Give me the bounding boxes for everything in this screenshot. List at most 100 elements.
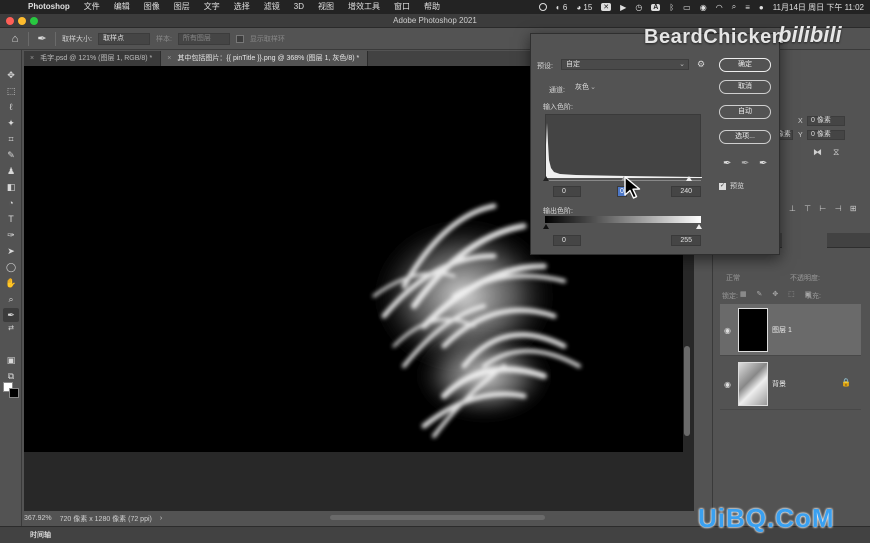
preview-option[interactable]: ✓ 预览 bbox=[719, 181, 744, 191]
sidecar-icon[interactable]: ✕ bbox=[601, 3, 612, 11]
layer-name[interactable]: 图层 1 bbox=[772, 325, 792, 335]
ok-button[interactable]: 确定 bbox=[719, 58, 771, 72]
play-icon[interactable]: ▶ bbox=[620, 3, 626, 12]
zoom-tool-icon[interactable]: ⌕ bbox=[3, 292, 19, 306]
airplay-icon[interactable]: ◉ bbox=[700, 3, 707, 12]
menu-type[interactable]: 文字 bbox=[197, 0, 227, 14]
status-badge-a[interactable]: ◐ 6 bbox=[556, 3, 568, 12]
input-black-field[interactable]: 0 bbox=[553, 186, 581, 197]
type-tool-icon[interactable]: T bbox=[3, 212, 19, 226]
flip-horizontal-icon[interactable]: ⧓ bbox=[813, 147, 822, 158]
menu-window[interactable]: 窗口 bbox=[387, 0, 417, 14]
bluetooth-icon[interactable]: ᛒ bbox=[669, 3, 674, 12]
visibility-eye-icon[interactable]: ◉ bbox=[724, 326, 731, 335]
close-tab-icon[interactable]: × bbox=[30, 55, 34, 62]
crop-tool-icon[interactable]: ⌗ bbox=[3, 132, 19, 146]
output-black-field[interactable]: 0 bbox=[553, 235, 581, 246]
prop-y-input[interactable]: 0 像素 bbox=[807, 130, 845, 140]
document-info[interactable]: 720 像素 x 1280 像素 (72 ppi) bbox=[60, 514, 152, 524]
layer-row[interactable]: ◉ 背景 🔒 bbox=[720, 358, 861, 410]
status-badge-b[interactable]: ◕ 15 bbox=[576, 3, 592, 12]
control-center-icon[interactable]: ≡ bbox=[745, 3, 750, 12]
canvas-horizontal-scrollbar[interactable] bbox=[330, 515, 545, 520]
magic-wand-tool-icon[interactable]: ✦ bbox=[3, 116, 19, 130]
canvas-vertical-scrollbar[interactable] bbox=[684, 346, 690, 436]
quick-mask-icon[interactable]: ▣ bbox=[3, 353, 19, 367]
search-icon[interactable]: ⌕ bbox=[732, 2, 736, 12]
timeline-label[interactable]: 时间轴 bbox=[30, 530, 51, 540]
menu-app-photoshop[interactable]: Photoshop bbox=[20, 0, 77, 14]
preset-gear-icon[interactable]: ⚙ bbox=[697, 59, 705, 70]
eyedropper-tool-icon[interactable]: ✒ bbox=[3, 308, 19, 322]
input-black-slider[interactable] bbox=[543, 176, 549, 181]
flip-vertical-icon[interactable]: ⧖ bbox=[833, 147, 839, 158]
menu-plugins[interactable]: 增效工具 bbox=[341, 0, 387, 14]
sample-select[interactable]: 所有图层 bbox=[177, 32, 230, 45]
menu-filter[interactable]: 滤镜 bbox=[257, 0, 287, 14]
black-point-eyedropper-icon[interactable]: ✒ bbox=[723, 158, 731, 169]
layer-name[interactable]: 背景 bbox=[772, 379, 786, 389]
brush-tool-icon[interactable]: ✎ bbox=[3, 148, 19, 162]
path-selection-tool-icon[interactable]: ➤ bbox=[3, 244, 19, 258]
output-white-slider[interactable] bbox=[696, 224, 702, 229]
layer-row[interactable]: ◉ 图层 1 bbox=[720, 304, 861, 356]
menu-image[interactable]: 图像 bbox=[137, 0, 167, 14]
cancel-button[interactable]: 取消 bbox=[719, 80, 771, 94]
move-tool-icon[interactable]: ✥ bbox=[3, 68, 19, 82]
sample-size-select[interactable]: 取样点 bbox=[97, 32, 150, 45]
show-sampling-ring-checkbox[interactable] bbox=[235, 34, 244, 43]
shape-tool-icon[interactable]: ◯ bbox=[3, 260, 19, 274]
prop-x-input[interactable]: 0 像素 bbox=[807, 116, 845, 126]
document-tab[interactable]: × 毛字.psd @ 121% (图层 1, RGB/8) * bbox=[24, 51, 162, 66]
menu-help[interactable]: 帮助 bbox=[417, 0, 447, 14]
menu-layer[interactable]: 图层 bbox=[167, 0, 197, 14]
prop-x-label: X bbox=[798, 118, 803, 125]
white-point-eyedropper-icon[interactable]: ✒ bbox=[759, 158, 767, 169]
input-white-field[interactable]: 240 bbox=[671, 186, 701, 197]
menu-3d[interactable]: 3D bbox=[287, 0, 311, 14]
background-color-swatch[interactable] bbox=[9, 388, 19, 398]
prop-y-label: Y bbox=[798, 132, 803, 139]
layers-tab[interactable] bbox=[782, 233, 827, 248]
zoom-level[interactable]: 367.92% bbox=[24, 515, 52, 522]
auto-button[interactable]: 自动 bbox=[719, 105, 771, 119]
pen-tool-icon[interactable]: ✑ bbox=[3, 228, 19, 242]
wifi-icon[interactable]: ◠ bbox=[716, 3, 723, 12]
lasso-tool-icon[interactable]: ℓ bbox=[3, 100, 19, 114]
marquee-tool-icon[interactable]: ⬚ bbox=[3, 84, 19, 98]
close-tab-icon[interactable]: × bbox=[167, 55, 171, 62]
eyedropper-tool-preset-icon[interactable]: ✒ bbox=[35, 32, 49, 46]
sample-label: 样本: bbox=[155, 35, 172, 43]
output-black-slider[interactable] bbox=[543, 224, 549, 229]
clock-icon[interactable]: ◷ bbox=[635, 3, 642, 12]
preview-checkbox[interactable]: ✓ bbox=[719, 182, 726, 190]
menu-view[interactable]: 视图 bbox=[311, 0, 341, 14]
battery-icon[interactable]: ▭ bbox=[683, 3, 691, 12]
eraser-tool-icon[interactable]: ◧ bbox=[3, 180, 19, 194]
menu-select[interactable]: 选择 bbox=[227, 0, 257, 14]
menu-bar-datetime[interactable]: 11月14日 周日 下午 11:02 bbox=[773, 2, 864, 13]
lock-icon: 🔒 bbox=[841, 378, 851, 387]
output-white-field[interactable]: 255 bbox=[671, 235, 701, 246]
options-button[interactable]: 选项... bbox=[719, 130, 771, 144]
input-method-icon[interactable]: A bbox=[651, 3, 661, 11]
screen-mode-icon[interactable]: ⧉ bbox=[3, 369, 19, 383]
align-icons[interactable]: ⊥ ⊤ ⊢ ⊣ ⊞ bbox=[789, 204, 859, 213]
blend-mode-select[interactable]: 正常 bbox=[726, 273, 740, 283]
swap-colors-icon[interactable]: ⇄ bbox=[3, 322, 19, 336]
home-icon[interactable]: ⌂ bbox=[8, 32, 22, 46]
menu-file[interactable]: 文件 bbox=[77, 0, 107, 14]
status-more-icon[interactable]: › bbox=[160, 515, 162, 522]
hand-tool-icon[interactable]: ✋ bbox=[3, 276, 19, 290]
channel-select[interactable]: 灰色 ⌄ bbox=[571, 83, 599, 94]
visibility-eye-icon[interactable]: ◉ bbox=[724, 380, 731, 389]
siri-icon[interactable]: ● bbox=[759, 3, 764, 12]
input-white-slider[interactable] bbox=[686, 176, 692, 181]
stamp-tool-icon[interactable]: ♟ bbox=[3, 164, 19, 178]
record-icon[interactable] bbox=[538, 3, 547, 11]
preset-select[interactable]: 自定 ⌄ bbox=[561, 59, 689, 70]
gray-point-eyedropper-icon[interactable]: ✒ bbox=[741, 158, 749, 169]
menu-edit[interactable]: 编辑 bbox=[107, 0, 137, 14]
dodge-tool-icon[interactable]: ◔ bbox=[3, 196, 19, 210]
document-tab-active[interactable]: × 其中包括图片：{{ pinTitle }}.png @ 368% (图层 1,… bbox=[161, 51, 369, 66]
